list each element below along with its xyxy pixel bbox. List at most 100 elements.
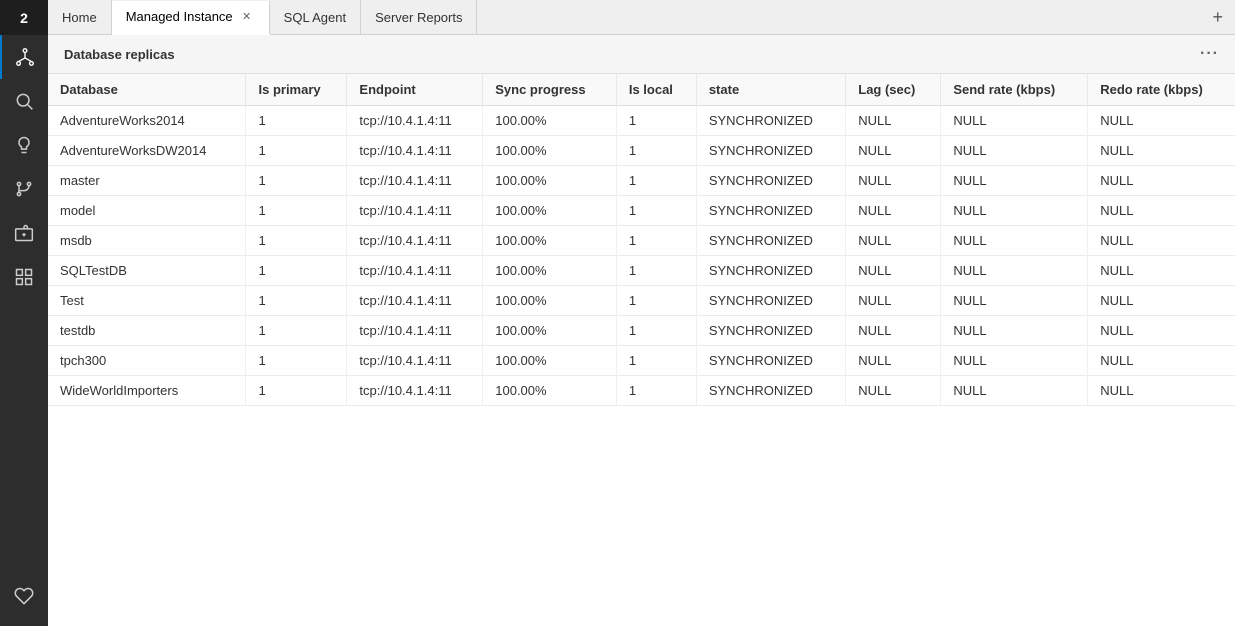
table-row: msdb1tcp://10.4.1.4:11100.00%1SYNCHRONIZ…: [48, 226, 1235, 256]
cell-r8-c4: 1: [616, 346, 696, 376]
cell-r1-c6: NULL: [846, 136, 941, 166]
packages-icon[interactable]: [0, 211, 48, 255]
col-header-send-rate--kbps-: Send rate (kbps): [941, 74, 1088, 106]
cell-r0-c7: NULL: [941, 106, 1088, 136]
cell-r8-c3: 100.00%: [483, 346, 617, 376]
cell-r1-c1: 1: [246, 136, 347, 166]
cell-r5-c2: tcp://10.4.1.4:11: [347, 256, 483, 286]
col-header-is-local: Is local: [616, 74, 696, 106]
source-control-icon[interactable]: [0, 167, 48, 211]
cell-r6-c3: 100.00%: [483, 286, 617, 316]
cell-r0-c2: tcp://10.4.1.4:11: [347, 106, 483, 136]
cell-r1-c8: NULL: [1088, 136, 1235, 166]
cell-r4-c3: 100.00%: [483, 226, 617, 256]
section-more-button[interactable]: ···: [1200, 45, 1219, 63]
add-tab-button[interactable]: +: [1200, 0, 1235, 34]
table-header-row: DatabaseIs primaryEndpointSync progressI…: [48, 74, 1235, 106]
cell-r1-c7: NULL: [941, 136, 1088, 166]
cell-r2-c4: 1: [616, 166, 696, 196]
cell-r3-c8: NULL: [1088, 196, 1235, 226]
cell-r2-c3: 100.00%: [483, 166, 617, 196]
cell-r8-c0: tpch300: [48, 346, 246, 376]
cell-r9-c2: tcp://10.4.1.4:11: [347, 376, 483, 406]
cell-r5-c8: NULL: [1088, 256, 1235, 286]
table-row: Test1tcp://10.4.1.4:11100.00%1SYNCHRONIZ…: [48, 286, 1235, 316]
tab-managed-instance[interactable]: Managed Instance ✕: [112, 1, 270, 35]
tab-bar: Home Managed Instance ✕ SQL Agent Server…: [48, 0, 1235, 35]
col-header-sync-progress: Sync progress: [483, 74, 617, 106]
cell-r7-c4: 1: [616, 316, 696, 346]
col-header-state: state: [696, 74, 845, 106]
cell-r7-c8: NULL: [1088, 316, 1235, 346]
cell-r0-c5: SYNCHRONIZED: [696, 106, 845, 136]
cell-r1-c5: SYNCHRONIZED: [696, 136, 845, 166]
cell-r7-c7: NULL: [941, 316, 1088, 346]
cell-r3-c0: model: [48, 196, 246, 226]
cell-r2-c6: NULL: [846, 166, 941, 196]
tab-home-label: Home: [62, 10, 97, 25]
section-title: Database replicas: [64, 47, 175, 62]
cell-r1-c2: tcp://10.4.1.4:11: [347, 136, 483, 166]
tab-sql-agent[interactable]: SQL Agent: [270, 0, 361, 34]
cell-r5-c5: SYNCHRONIZED: [696, 256, 845, 286]
cell-r6-c1: 1: [246, 286, 347, 316]
lightbulb-icon[interactable]: [0, 123, 48, 167]
cell-r0-c6: NULL: [846, 106, 941, 136]
cell-r3-c7: NULL: [941, 196, 1088, 226]
cell-r4-c5: SYNCHRONIZED: [696, 226, 845, 256]
cell-r9-c6: NULL: [846, 376, 941, 406]
cell-r3-c4: 1: [616, 196, 696, 226]
cell-r4-c4: 1: [616, 226, 696, 256]
cell-r5-c4: 1: [616, 256, 696, 286]
cell-r5-c3: 100.00%: [483, 256, 617, 286]
cell-r2-c7: NULL: [941, 166, 1088, 196]
cell-r9-c1: 1: [246, 376, 347, 406]
cell-r7-c5: SYNCHRONIZED: [696, 316, 845, 346]
cell-r3-c2: tcp://10.4.1.4:11: [347, 196, 483, 226]
cell-r8-c7: NULL: [941, 346, 1088, 376]
cell-r8-c6: NULL: [846, 346, 941, 376]
cell-r7-c6: NULL: [846, 316, 941, 346]
health-icon[interactable]: [0, 574, 48, 618]
tab-server-reports-label: Server Reports: [375, 10, 462, 25]
cell-r0-c1: 1: [246, 106, 347, 136]
cell-r5-c0: SQLTestDB: [48, 256, 246, 286]
cell-r7-c0: testdb: [48, 316, 246, 346]
cell-r8-c2: tcp://10.4.1.4:11: [347, 346, 483, 376]
cell-r3-c6: NULL: [846, 196, 941, 226]
tab-managed-instance-close[interactable]: ✕: [239, 9, 255, 25]
cell-r8-c5: SYNCHRONIZED: [696, 346, 845, 376]
icon-bar: 2: [0, 0, 48, 626]
tab-managed-instance-label: Managed Instance: [126, 9, 233, 24]
cell-r6-c7: NULL: [941, 286, 1088, 316]
cell-r7-c1: 1: [246, 316, 347, 346]
cell-r9-c7: NULL: [941, 376, 1088, 406]
cell-r6-c2: tcp://10.4.1.4:11: [347, 286, 483, 316]
cell-r3-c1: 1: [246, 196, 347, 226]
cell-r0-c8: NULL: [1088, 106, 1235, 136]
col-header-endpoint: Endpoint: [347, 74, 483, 106]
table-row: SQLTestDB1tcp://10.4.1.4:11100.00%1SYNCH…: [48, 256, 1235, 286]
tab-server-reports[interactable]: Server Reports: [361, 0, 477, 34]
cell-r8-c8: NULL: [1088, 346, 1235, 376]
cell-r6-c6: NULL: [846, 286, 941, 316]
dashboard2-icon[interactable]: [0, 255, 48, 299]
cell-r5-c1: 1: [246, 256, 347, 286]
cell-r0-c4: 1: [616, 106, 696, 136]
table-row: AdventureWorksDW20141tcp://10.4.1.4:1110…: [48, 136, 1235, 166]
cell-r9-c8: NULL: [1088, 376, 1235, 406]
cell-r9-c0: WideWorldImporters: [48, 376, 246, 406]
connections-icon[interactable]: [0, 35, 48, 79]
cell-r7-c2: tcp://10.4.1.4:11: [347, 316, 483, 346]
cell-r0-c3: 100.00%: [483, 106, 617, 136]
tab-home[interactable]: Home: [48, 0, 112, 34]
col-header-is-primary: Is primary: [246, 74, 347, 106]
cell-r1-c0: AdventureWorksDW2014: [48, 136, 246, 166]
table-row: AdventureWorks20141tcp://10.4.1.4:11100.…: [48, 106, 1235, 136]
cell-r5-c7: NULL: [941, 256, 1088, 286]
cell-r4-c7: NULL: [941, 226, 1088, 256]
cell-r2-c1: 1: [246, 166, 347, 196]
cell-r2-c2: tcp://10.4.1.4:11: [347, 166, 483, 196]
table-row: model1tcp://10.4.1.4:11100.00%1SYNCHRONI…: [48, 196, 1235, 226]
search-icon[interactable]: [0, 79, 48, 123]
